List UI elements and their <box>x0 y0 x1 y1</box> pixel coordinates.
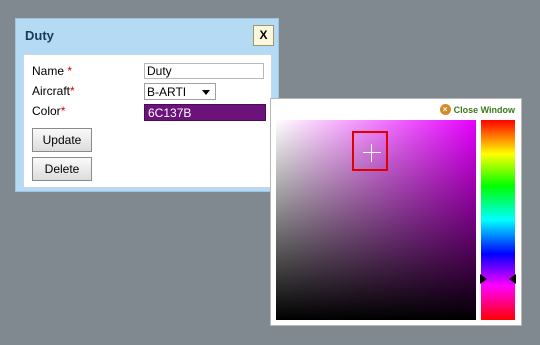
dialog-body: Name * Duty Aircraft* B-ARTI Color* 6C13… <box>23 54 272 188</box>
aircraft-required-mark: * <box>70 84 75 98</box>
aircraft-label-text: Aircraft <box>32 84 71 98</box>
update-button[interactable]: Update <box>32 128 92 152</box>
chevron-down-icon <box>202 90 210 95</box>
duty-dialog: Duty X Name * Duty Aircraft* B-ARTI Colo… <box>15 18 279 192</box>
name-label-text: Name <box>32 64 65 78</box>
delete-button[interactable]: Delete <box>32 157 92 181</box>
saturation-value-field[interactable] <box>276 120 476 320</box>
aircraft-label: Aircraft* <box>32 84 75 98</box>
color-required-mark: * <box>60 104 66 118</box>
crosshair-icon-vertical <box>371 144 372 162</box>
close-window-link[interactable]: × Close Window <box>439 104 515 115</box>
dialog-title: Duty <box>25 28 54 43</box>
crosshair-icon-horizontal <box>363 152 381 153</box>
name-label: Name * <box>32 64 72 78</box>
hue-pointer-left-icon[interactable] <box>480 274 487 284</box>
color-picker: × Close Window <box>270 98 522 326</box>
close-circle-icon: × <box>439 104 451 115</box>
aircraft-select[interactable]: B-ARTI <box>144 83 216 100</box>
name-required-mark: * <box>67 64 73 78</box>
hue-pointer-right-icon[interactable] <box>509 274 516 284</box>
color-input[interactable]: 6C137B <box>144 104 266 121</box>
close-window-label: Close Window <box>453 104 515 115</box>
name-input[interactable]: Duty <box>144 63 264 79</box>
color-selection-marker[interactable] <box>352 131 388 171</box>
aircraft-selected-value: B-ARTI <box>147 85 187 99</box>
color-label-text: Color <box>32 104 61 118</box>
color-label: Color* <box>32 104 65 118</box>
hue-slider[interactable] <box>480 120 516 320</box>
close-button[interactable]: X <box>253 25 274 46</box>
